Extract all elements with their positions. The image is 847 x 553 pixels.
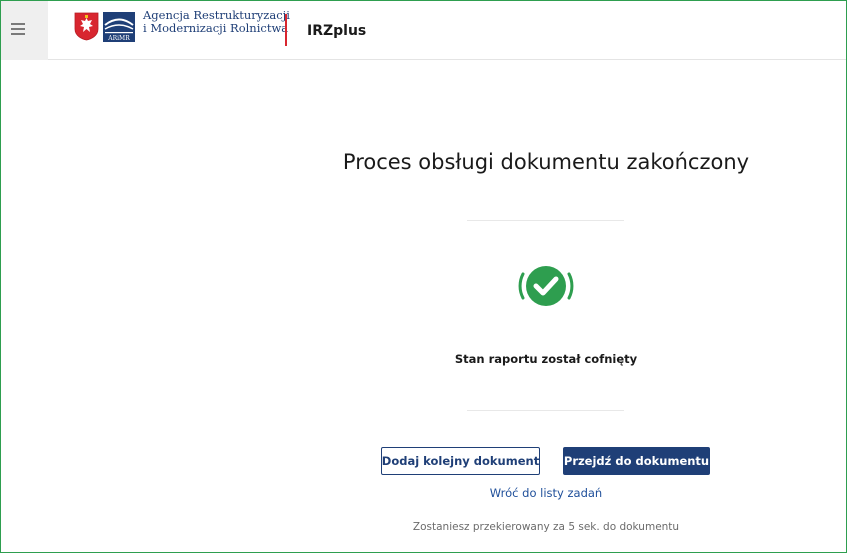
redirect-note: Zostaniesz przekierowany za 5 sek. do do…	[412, 521, 680, 533]
check-circle-icon	[518, 266, 574, 306]
agency-logo[interactable]: ARiMR Agencja Restrukturyzacji i Moderni…	[74, 9, 290, 48]
header-divider	[48, 59, 846, 60]
status-message: Stan raportu został cofnięty	[454, 352, 638, 366]
back-to-tasks-link[interactable]: Wróć do listy zadań	[446, 486, 646, 500]
add-document-button[interactable]: Dodaj kolejny dokument	[381, 447, 540, 475]
content-separator-top	[467, 220, 624, 221]
app-divider	[285, 14, 287, 46]
polish-eagle-emblem-icon	[74, 12, 99, 41]
app-name[interactable]: IRZplus	[307, 23, 366, 39]
menu-strip	[1, 1, 48, 60]
agency-name: Agencja Restrukturyzacji i Modernizacji …	[143, 9, 290, 35]
content-separator-bottom	[467, 410, 624, 411]
hamburger-icon[interactable]	[11, 23, 25, 35]
page-title: Proces obsługi dokumentu zakończony	[342, 150, 750, 174]
arimr-abbr: ARiMR	[107, 35, 130, 42]
arimr-logo-icon: ARiMR	[103, 12, 135, 42]
agency-name-line2: i Modernizacji Rolnictwa	[143, 21, 289, 35]
go-to-document-button[interactable]: Przejdź do dokumentu	[563, 447, 710, 475]
